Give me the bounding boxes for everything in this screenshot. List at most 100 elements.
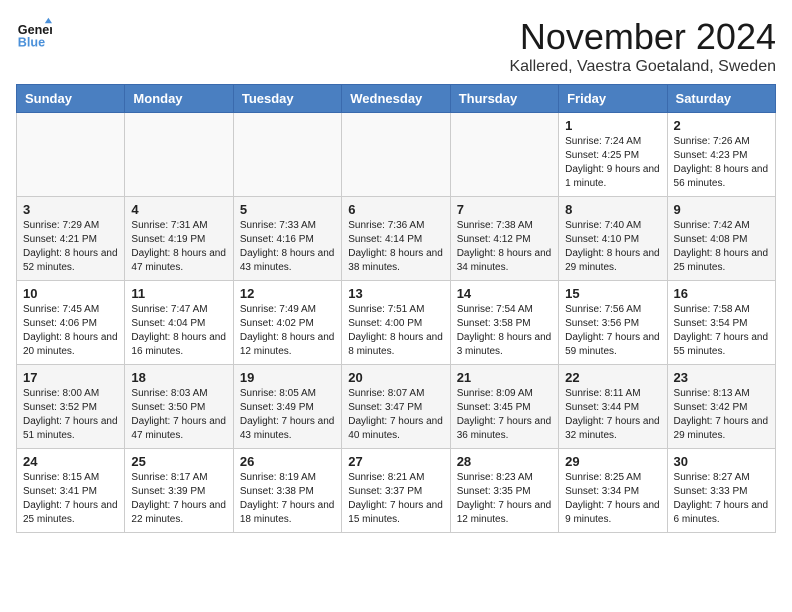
day-number: 12 bbox=[240, 286, 335, 301]
day-cell: 21 Sunrise: 8:09 AM Sunset: 3:45 PM Dayli… bbox=[450, 365, 558, 449]
header-cell-monday: Monday bbox=[125, 85, 233, 113]
day-number: 24 bbox=[23, 454, 118, 469]
month-title: November 2024 bbox=[509, 16, 776, 58]
day-number: 5 bbox=[240, 202, 335, 217]
header-cell-tuesday: Tuesday bbox=[233, 85, 341, 113]
day-info: Sunrise: 7:42 AM Sunset: 4:08 PM Dayligh… bbox=[674, 219, 769, 275]
day-info: Sunrise: 7:58 AM Sunset: 3:54 PM Dayligh… bbox=[674, 303, 769, 359]
day-cell: 6 Sunrise: 7:36 AM Sunset: 4:14 PM Daylig… bbox=[342, 197, 450, 281]
day-cell: 28Sunrise: 8:23 AM Sunset: 3:35 PM Dayli… bbox=[450, 449, 558, 533]
day-info: Sunrise: 7:26 AM Sunset: 4:23 PM Dayligh… bbox=[674, 135, 769, 191]
day-cell: 26 Sunrise: 8:19 AM Sunset: 3:38 PM Dayli… bbox=[233, 449, 341, 533]
day-number: 13 bbox=[348, 286, 443, 301]
header-cell-saturday: Saturday bbox=[667, 85, 775, 113]
title-block: November 2024 Kallered, Vaestra Goetalan… bbox=[509, 16, 776, 76]
day-info: Sunrise: 7:54 AM Sunset: 3:58 PM Dayligh… bbox=[457, 303, 552, 359]
day-number: 3 bbox=[23, 202, 118, 217]
day-cell: 7Sunrise: 7:38 AM Sunset: 4:12 PM Daylig… bbox=[450, 197, 558, 281]
day-info: Sunrise: 7:24 AM Sunset: 4:25 PM Dayligh… bbox=[565, 135, 660, 191]
day-number: 4 bbox=[131, 202, 226, 217]
day-number: 26 bbox=[240, 454, 335, 469]
day-info: Sunrise: 7:45 AM Sunset: 4:06 PM Dayligh… bbox=[23, 303, 118, 359]
day-cell bbox=[125, 113, 233, 197]
day-number: 19 bbox=[240, 370, 335, 385]
day-info: Sunrise: 7:51 AM Sunset: 4:00 PM Dayligh… bbox=[348, 303, 443, 359]
day-info: Sunrise: 7:40 AM Sunset: 4:10 PM Dayligh… bbox=[565, 219, 660, 275]
day-number: 11 bbox=[131, 286, 226, 301]
day-info: Sunrise: 8:07 AM Sunset: 3:47 PM Dayligh… bbox=[348, 387, 443, 443]
logo-icon: General Blue bbox=[16, 16, 52, 52]
day-cell: 18Sunrise: 8:03 AM Sunset: 3:50 PM Dayli… bbox=[125, 365, 233, 449]
day-cell: 27Sunrise: 8:21 AM Sunset: 3:37 PM Dayli… bbox=[342, 449, 450, 533]
week-row-0: 1 Sunrise: 7:24 AM Sunset: 4:25 PM Daylig… bbox=[17, 113, 776, 197]
day-number: 16 bbox=[674, 286, 769, 301]
day-number: 6 bbox=[348, 202, 443, 217]
day-info: Sunrise: 7:29 AM Sunset: 4:21 PM Dayligh… bbox=[23, 219, 118, 275]
day-number: 30 bbox=[674, 454, 769, 469]
header-row: SundayMondayTuesdayWednesdayThursdayFrid… bbox=[17, 85, 776, 113]
day-cell: 19Sunrise: 8:05 AM Sunset: 3:49 PM Dayli… bbox=[233, 365, 341, 449]
day-number: 17 bbox=[23, 370, 118, 385]
week-row-1: 3 Sunrise: 7:29 AM Sunset: 4:21 PM Daylig… bbox=[17, 197, 776, 281]
day-info: Sunrise: 8:15 AM Sunset: 3:41 PM Dayligh… bbox=[23, 471, 118, 527]
day-cell: 14 Sunrise: 7:54 AM Sunset: 3:58 PM Dayli… bbox=[450, 281, 558, 365]
day-cell: 3 Sunrise: 7:29 AM Sunset: 4:21 PM Daylig… bbox=[17, 197, 125, 281]
day-number: 22 bbox=[565, 370, 660, 385]
day-cell: 13 Sunrise: 7:51 AM Sunset: 4:00 PM Dayli… bbox=[342, 281, 450, 365]
day-cell: 24 Sunrise: 8:15 AM Sunset: 3:41 PM Dayli… bbox=[17, 449, 125, 533]
day-cell: 11 Sunrise: 7:47 AM Sunset: 4:04 PM Dayli… bbox=[125, 281, 233, 365]
day-info: Sunrise: 7:36 AM Sunset: 4:14 PM Dayligh… bbox=[348, 219, 443, 275]
day-cell: 22 Sunrise: 8:11 AM Sunset: 3:44 PM Dayli… bbox=[559, 365, 667, 449]
svg-text:Blue: Blue bbox=[18, 36, 45, 50]
day-info: Sunrise: 8:11 AM Sunset: 3:44 PM Dayligh… bbox=[565, 387, 660, 443]
day-cell: 8 Sunrise: 7:40 AM Sunset: 4:10 PM Daylig… bbox=[559, 197, 667, 281]
day-number: 10 bbox=[23, 286, 118, 301]
day-number: 21 bbox=[457, 370, 552, 385]
day-number: 25 bbox=[131, 454, 226, 469]
day-number: 15 bbox=[565, 286, 660, 301]
day-cell: 4 Sunrise: 7:31 AM Sunset: 4:19 PM Daylig… bbox=[125, 197, 233, 281]
day-number: 27 bbox=[348, 454, 443, 469]
header-cell-sunday: Sunday bbox=[17, 85, 125, 113]
day-number: 23 bbox=[674, 370, 769, 385]
week-row-3: 17 Sunrise: 8:00 AM Sunset: 3:52 PM Dayli… bbox=[17, 365, 776, 449]
day-info: Sunrise: 8:25 AM Sunset: 3:34 PM Dayligh… bbox=[565, 471, 660, 527]
day-info: Sunrise: 8:17 AM Sunset: 3:39 PM Dayligh… bbox=[131, 471, 226, 527]
day-cell: 5Sunrise: 7:33 AM Sunset: 4:16 PM Daylig… bbox=[233, 197, 341, 281]
day-info: Sunrise: 8:09 AM Sunset: 3:45 PM Dayligh… bbox=[457, 387, 552, 443]
day-cell: 1 Sunrise: 7:24 AM Sunset: 4:25 PM Daylig… bbox=[559, 113, 667, 197]
day-number: 8 bbox=[565, 202, 660, 217]
day-cell: 16 Sunrise: 7:58 AM Sunset: 3:54 PM Dayli… bbox=[667, 281, 775, 365]
day-cell: 10 Sunrise: 7:45 AM Sunset: 4:06 PM Dayli… bbox=[17, 281, 125, 365]
day-cell bbox=[450, 113, 558, 197]
day-cell: 29Sunrise: 8:25 AM Sunset: 3:34 PM Dayli… bbox=[559, 449, 667, 533]
header-cell-wednesday: Wednesday bbox=[342, 85, 450, 113]
day-cell bbox=[342, 113, 450, 197]
day-cell: 30Sunrise: 8:27 AM Sunset: 3:33 PM Dayli… bbox=[667, 449, 775, 533]
day-info: Sunrise: 8:19 AM Sunset: 3:38 PM Dayligh… bbox=[240, 471, 335, 527]
header-cell-friday: Friday bbox=[559, 85, 667, 113]
day-number: 18 bbox=[131, 370, 226, 385]
day-info: Sunrise: 7:47 AM Sunset: 4:04 PM Dayligh… bbox=[131, 303, 226, 359]
page-header: General Blue November 2024 Kallered, Vae… bbox=[16, 16, 776, 76]
day-info: Sunrise: 8:00 AM Sunset: 3:52 PM Dayligh… bbox=[23, 387, 118, 443]
day-cell: 23 Sunrise: 8:13 AM Sunset: 3:42 PM Dayli… bbox=[667, 365, 775, 449]
day-info: Sunrise: 8:13 AM Sunset: 3:42 PM Dayligh… bbox=[674, 387, 769, 443]
logo: General Blue bbox=[16, 16, 52, 52]
day-cell bbox=[17, 113, 125, 197]
day-info: Sunrise: 7:31 AM Sunset: 4:19 PM Dayligh… bbox=[131, 219, 226, 275]
day-number: 7 bbox=[457, 202, 552, 217]
day-number: 20 bbox=[348, 370, 443, 385]
day-number: 1 bbox=[565, 118, 660, 133]
day-number: 14 bbox=[457, 286, 552, 301]
day-cell: 12 Sunrise: 7:49 AM Sunset: 4:02 PM Dayli… bbox=[233, 281, 341, 365]
day-info: Sunrise: 7:49 AM Sunset: 4:02 PM Dayligh… bbox=[240, 303, 335, 359]
calendar-body: 1 Sunrise: 7:24 AM Sunset: 4:25 PM Daylig… bbox=[17, 113, 776, 533]
day-cell: 20 Sunrise: 8:07 AM Sunset: 3:47 PM Dayli… bbox=[342, 365, 450, 449]
day-cell: 17 Sunrise: 8:00 AM Sunset: 3:52 PM Dayli… bbox=[17, 365, 125, 449]
day-cell: 2Sunrise: 7:26 AM Sunset: 4:23 PM Daylig… bbox=[667, 113, 775, 197]
header-cell-thursday: Thursday bbox=[450, 85, 558, 113]
location: Kallered, Vaestra Goetaland, Sweden bbox=[509, 58, 776, 76]
day-number: 9 bbox=[674, 202, 769, 217]
day-cell bbox=[233, 113, 341, 197]
